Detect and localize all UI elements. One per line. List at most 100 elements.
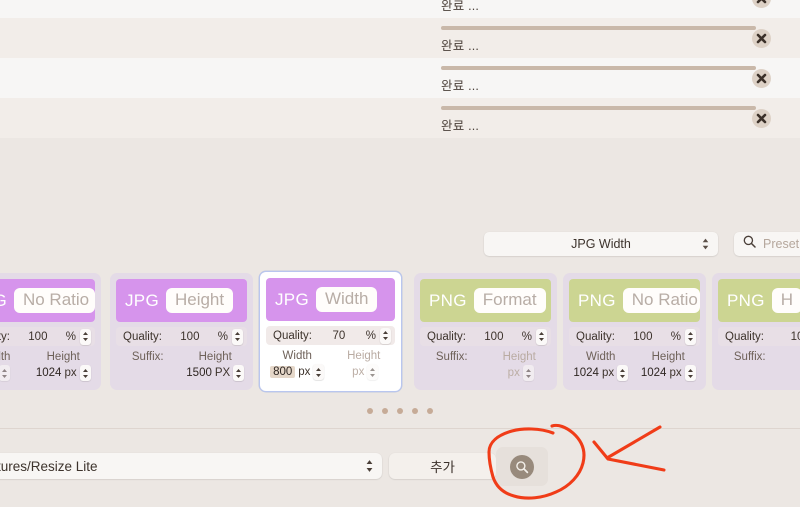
left-field-label: Width [567, 351, 635, 363]
output-path-dropdown[interactable]: g/Pictures/Resize Lite [0, 453, 382, 479]
page-dot[interactable] [412, 408, 418, 414]
preset-dimension-fields: Suffix: [716, 351, 800, 363]
preset-card[interactable]: PNGNo RatioQuality:100%Width1024pxHeight… [563, 273, 706, 390]
quality-row[interactable]: Quality:70% [266, 326, 395, 345]
progress-bar [441, 106, 756, 110]
progress-bar [441, 66, 756, 70]
quality-row[interactable]: Quality:100% [420, 327, 551, 346]
stepper-control[interactable] [0, 365, 10, 381]
quality-row[interactable]: Quality:100% [0, 327, 95, 346]
stepper-control[interactable] [685, 329, 696, 345]
preset-cards-carousel[interactable]: JPGNo RatioQuality:100%WidthpxHeight1024… [0, 270, 800, 396]
preset-format-label: JPG [125, 291, 159, 311]
preset-name-label: Width [316, 287, 377, 312]
close-x-icon[interactable] [752, 109, 771, 128]
stepper-control[interactable] [80, 365, 91, 381]
search-icon [510, 455, 534, 479]
percent-label: % [218, 331, 228, 343]
preset-dimension-fields: WidthpxHeight 1024px [0, 351, 97, 381]
left-field-value[interactable]: 800 [270, 366, 295, 378]
preset-format-label: PNG [578, 291, 616, 311]
right-field-unit: px [64, 367, 76, 379]
preset-search-placeholder: Preset [763, 237, 799, 251]
quality-value[interactable]: 10 [764, 331, 800, 343]
quality-row[interactable]: Quality:100% [569, 327, 700, 346]
page-dot[interactable] [427, 408, 433, 414]
left-field: Widthpx [0, 351, 30, 381]
quality-value[interactable]: 100 [10, 331, 66, 343]
quality-value[interactable]: 100 [466, 331, 522, 343]
close-x-icon[interactable] [752, 0, 771, 8]
quality-value[interactable]: 100 [615, 331, 671, 343]
preset-card[interactable]: JPGHeightQuality:100%Suffix:Height1500PX [110, 273, 253, 390]
quality-row[interactable]: Quality:100% [116, 327, 247, 346]
left-field-unit: px [602, 367, 614, 379]
chevron-up-down-icon [701, 237, 710, 251]
output-path-value: g/Pictures/Resize Lite [0, 459, 98, 474]
queue-row-status: 완료 ... [441, 35, 479, 54]
stepper-control[interactable] [80, 329, 91, 345]
quality-value[interactable]: 70 [312, 330, 366, 342]
carousel-page-dots[interactable] [0, 408, 800, 414]
add-button[interactable]: 추가 [389, 453, 496, 479]
preset-dimension-fields: Suffix:Height1500PX [114, 351, 249, 381]
preset-card-header: JPGNo Ratio [0, 279, 95, 322]
search-files-button[interactable] [496, 447, 548, 486]
queue-row-status: 완료 ... [441, 0, 479, 14]
left-field-label: Suffix: [716, 351, 784, 363]
percent-label: % [66, 331, 76, 343]
presets-panel: JPG Width Preset JPGNo RatioQuality:100%… [0, 160, 800, 428]
close-x-icon[interactable] [752, 69, 771, 88]
left-field: Width800px [264, 350, 331, 380]
percent-label: % [522, 331, 532, 343]
stepper-control[interactable] [367, 364, 378, 380]
right-field-value[interactable]: 1024 [641, 367, 667, 379]
stepper-control[interactable] [233, 365, 244, 381]
bottom-toolbar: g/Pictures/Resize Lite 추가 [0, 428, 800, 507]
right-field-label: Height [331, 350, 398, 362]
stepper-control[interactable] [617, 365, 628, 381]
preset-name-label: Format [474, 288, 546, 313]
stepper-control[interactable] [685, 365, 696, 381]
quality-label: Quality: [725, 331, 764, 343]
left-field-unit: px [298, 366, 310, 378]
left-field-label: Width [0, 351, 30, 363]
preset-card[interactable]: PNGFormatQuality:100%Suffix:Heightpx [414, 273, 557, 390]
quality-value[interactable]: 100 [162, 331, 218, 343]
right-field-unit: px [352, 366, 364, 378]
stepper-control[interactable] [536, 329, 547, 345]
queue-row[interactable]: 완료 ... [0, 98, 800, 138]
queue-row[interactable]: 완료 ... [0, 58, 800, 98]
page-dot[interactable] [397, 408, 403, 414]
right-field-value[interactable]: 1024 [36, 367, 62, 379]
left-field: Suffix: [716, 351, 784, 363]
left-field: Suffix: [418, 351, 486, 381]
chevron-up-down-icon [365, 459, 374, 474]
page-dot[interactable] [382, 408, 388, 414]
preset-card[interactable]: JPGWidthQuality:70%Width800pxHeightpx [259, 271, 402, 392]
stepper-control[interactable] [313, 364, 324, 380]
preset-search-input[interactable]: Preset [734, 232, 800, 256]
queue-row[interactable]: 완료 ... [0, 18, 800, 58]
queue-row[interactable]: 완료 ... [0, 0, 800, 18]
preset-card[interactable]: PNGHQuality:10Suffix: [712, 273, 800, 390]
conversion-queue-list[interactable]: 완료 ...완료 ...완료 ...완료 ...완료 ... [0, 0, 800, 138]
right-field-label: Height [30, 351, 98, 363]
quality-row[interactable]: Quality:10 [718, 327, 800, 346]
preset-card[interactable]: JPGNo RatioQuality:100%WidthpxHeight1024… [0, 273, 101, 390]
quality-label: Quality: [0, 331, 10, 343]
left-field-value[interactable]: 1024 [573, 367, 599, 379]
preset-name-label: No Ratio [14, 288, 95, 313]
stepper-control[interactable] [232, 329, 243, 345]
preset-type-dropdown[interactable]: JPG Width [484, 232, 718, 256]
quality-label: Quality: [576, 331, 615, 343]
right-field-value[interactable]: 1500 [186, 367, 212, 379]
stepper-control[interactable] [380, 328, 391, 344]
stepper-control[interactable] [523, 365, 534, 381]
right-field: Height1500PX [182, 351, 250, 381]
left-field-label: Suffix: [114, 351, 182, 363]
close-x-icon[interactable] [752, 29, 771, 48]
page-dot[interactable] [367, 408, 373, 414]
right-field-unit: px [508, 367, 520, 379]
progress-bar [441, 26, 756, 30]
